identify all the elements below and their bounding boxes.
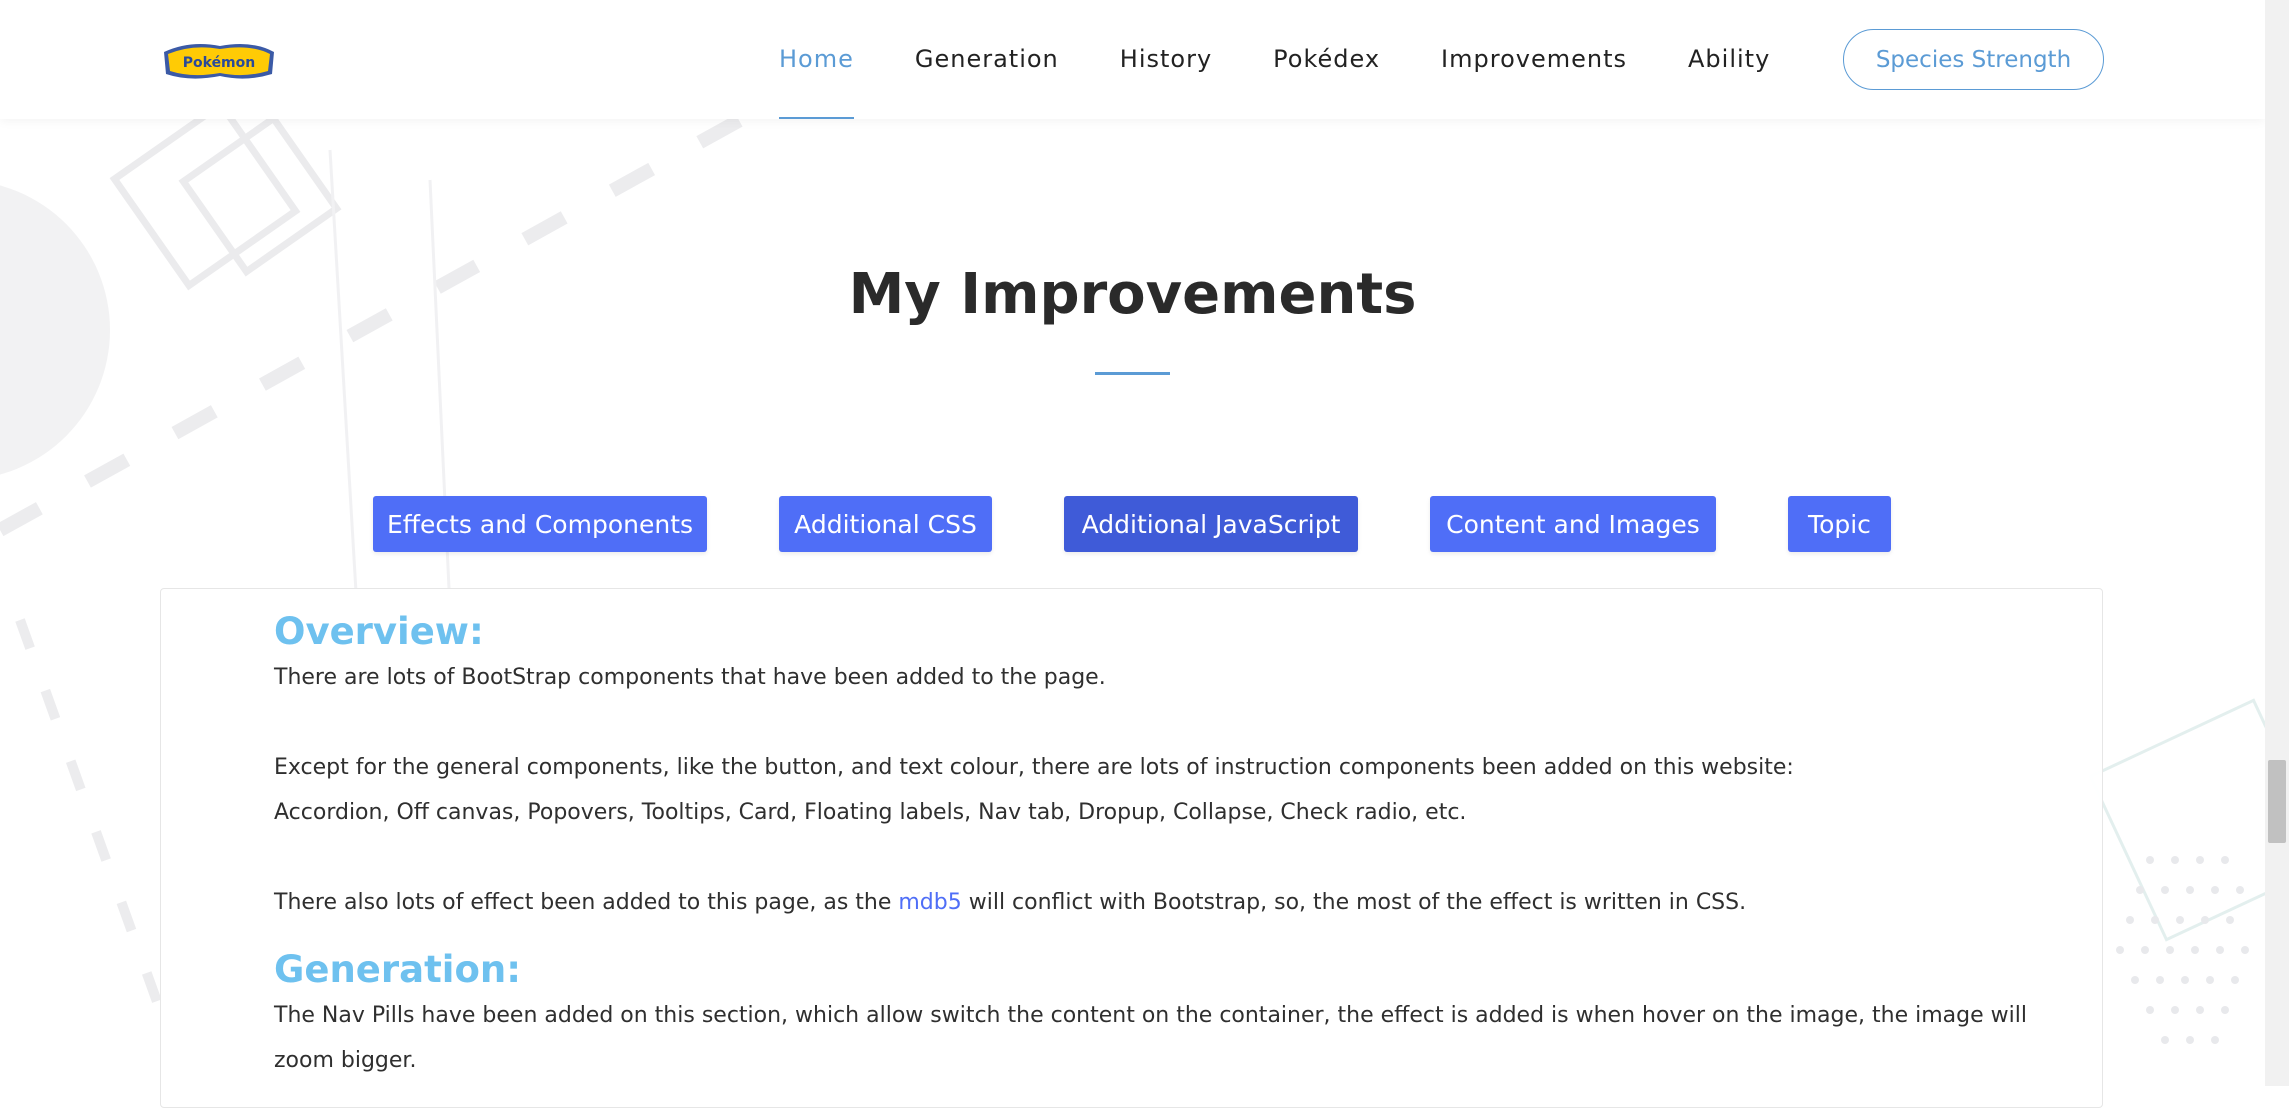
nav-item-history[interactable]: History [1120, 0, 1212, 119]
nav-item-improvements[interactable]: Improvements [1441, 0, 1627, 119]
tab-content-panel: Overview: There are lots of BootStrap co… [160, 588, 2103, 1108]
generation-paragraph-1a: The Nav Pills have been added on this se… [274, 1003, 2027, 1028]
page-title: My Improvements [848, 262, 1417, 327]
overview-p3-before: There also lots of effect been added to … [274, 890, 899, 915]
overview-heading: Overview: [274, 610, 484, 653]
overview-paragraph-2b: Accordion, Off canvas, Popovers, Tooltip… [274, 800, 1467, 825]
page-scrollbar-thumb[interactable] [2268, 760, 2286, 843]
improvement-tabs: Effects and Components Additional CSS Ad… [0, 496, 2265, 552]
tab-effects-components[interactable]: Effects and Components [373, 496, 707, 552]
title-underline [1095, 372, 1170, 375]
overview-paragraph-1: There are lots of BootStrap components t… [274, 665, 1106, 690]
generation-heading: Generation: [274, 948, 522, 991]
tab-additional-css[interactable]: Additional CSS [779, 496, 992, 552]
tab-content-images[interactable]: Content and Images [1430, 496, 1716, 552]
tab-topic[interactable]: Topic [1788, 496, 1891, 552]
nav-item-ability[interactable]: Ability [1688, 0, 1770, 119]
logo-text: Pokémon [183, 55, 255, 71]
page-scrollbar-track[interactable] [2265, 0, 2289, 1086]
tab-additional-javascript[interactable]: Additional JavaScript [1064, 496, 1358, 552]
overview-p3-after: will conflict with Bootstrap, so, the mo… [961, 890, 1747, 915]
nav-item-pokedex[interactable]: Pokédex [1273, 0, 1380, 119]
main-nav: Home Generation History Pokédex Improvem… [779, 0, 1770, 119]
overview-paragraph-2a: Except for the general components, like … [274, 755, 1794, 780]
generation-paragraph-1b: zoom bigger. [274, 1048, 417, 1073]
nav-item-home[interactable]: Home [779, 0, 854, 119]
overview-paragraph-3: There also lots of effect been added to … [274, 880, 2044, 925]
pokemon-logo-icon[interactable]: Pokémon [160, 38, 278, 82]
top-navbar: Pokémon Home Generation History Pokédex … [0, 0, 2265, 119]
nav-item-generation[interactable]: Generation [915, 0, 1059, 119]
mdb5-link[interactable]: mdb5 [898, 890, 961, 915]
species-strength-button[interactable]: Species Strength [1843, 29, 2104, 90]
